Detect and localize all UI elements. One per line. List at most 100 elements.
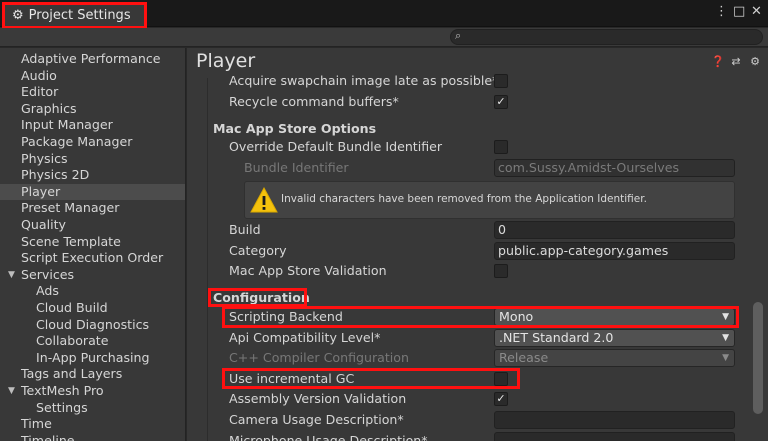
sidebar-item-physics-2d[interactable]: Physics 2D: [0, 167, 185, 184]
settings-icon[interactable]: ⚙: [749, 55, 761, 68]
build-label: Build: [229, 222, 261, 237]
more-options-icon[interactable]: ⋮: [715, 4, 728, 19]
player-settings-panel: Player ❓ ⇄ ⚙ Acquire swapchain image lat…: [187, 48, 768, 441]
mac-app-store-section-header[interactable]: Mac App Store Options: [213, 120, 376, 138]
sidebar-item-label: Collaborate: [36, 333, 109, 349]
assembly-validation-checkbox[interactable]: ✓: [494, 392, 508, 406]
recycle-command-buffers-checkbox[interactable]: ✓: [494, 95, 508, 109]
acquire-swapchain-label: Acquire swapchain image late as possible…: [229, 73, 499, 88]
gear-icon: ⚙: [12, 8, 24, 23]
header-icons: ❓ ⇄ ⚙: [711, 55, 761, 68]
sidebar-item-settings[interactable]: Settings: [0, 400, 185, 417]
expand-arrow-icon[interactable]: ▼: [8, 267, 15, 284]
cpp-compiler-value: Release: [499, 350, 549, 365]
override-bundle-label: Override Default Bundle Identifier: [229, 139, 443, 154]
project-settings-tab[interactable]: ⚙ Project Settings: [2, 2, 147, 29]
presets-icon[interactable]: ⇄: [730, 55, 742, 68]
sidebar-item-quality[interactable]: Quality: [0, 217, 185, 234]
sidebar-item-label: Scene Template: [21, 233, 121, 249]
sidebar-item-editor[interactable]: Editor: [0, 84, 185, 101]
bundle-identifier-field[interactable]: com.Sussy.Amidst-Ourselves: [494, 159, 735, 177]
sidebar-item-label: Ads: [36, 283, 59, 299]
scripting-backend-dropdown[interactable]: Mono ▼: [494, 308, 735, 326]
sidebar-item-label: In-App Purchasing: [36, 349, 150, 365]
scripting-backend-value: Mono: [499, 309, 534, 324]
sidebar-item-package-manager[interactable]: Package Manager: [0, 134, 185, 151]
maximize-icon[interactable]: □: [733, 4, 745, 19]
category-field[interactable]: public.app-category.games: [494, 242, 735, 260]
configuration-section-header[interactable]: Configuration: [213, 289, 310, 307]
sidebar-item-physics[interactable]: Physics: [0, 151, 185, 168]
sidebar-item-label: Input Manager: [21, 117, 113, 133]
page-title: Player: [196, 50, 256, 72]
camera-usage-field[interactable]: [494, 411, 735, 429]
sidebar-item-graphics[interactable]: Graphics: [0, 101, 185, 118]
sidebar-item-label: Tags and Layers: [21, 366, 123, 382]
sidebar-item-tags-and-layers[interactable]: Tags and Layers: [0, 366, 185, 383]
bundle-identifier-label: Bundle Identifier: [244, 160, 349, 175]
close-icon[interactable]: ✕: [751, 4, 762, 19]
camera-usage-label: Camera Usage Description*: [229, 412, 404, 427]
build-field[interactable]: 0: [494, 221, 735, 239]
sidebar-item-label: Timeline: [21, 432, 75, 441]
incremental-gc-label: Use incremental GC: [229, 371, 355, 386]
section-divider: [207, 78, 208, 441]
sidebar-item-label: Audio: [21, 67, 57, 83]
search-input[interactable]: ⌕: [450, 29, 763, 45]
sidebar-item-label: Cloud Diagnostics: [36, 316, 150, 332]
help-icon[interactable]: ❓: [711, 55, 725, 68]
expand-arrow-icon[interactable]: ▼: [8, 383, 15, 400]
sidebar-item-label: Player: [21, 183, 61, 199]
sidebar-item-services[interactable]: ▼ Services: [0, 267, 185, 284]
sidebar-item-label: Services: [21, 266, 75, 282]
cpp-compiler-dropdown[interactable]: Release ▼: [494, 349, 735, 367]
sidebar-item-ads[interactable]: Ads: [0, 283, 185, 300]
sidebar-item-label: Time: [21, 416, 52, 432]
scrollbar-thumb[interactable]: [753, 302, 763, 414]
sidebar-item-label: Graphics: [21, 100, 77, 116]
sidebar-item-textmesh-pro[interactable]: ▼ TextMesh Pro: [0, 383, 185, 400]
sidebar-item-label: Editor: [21, 84, 59, 100]
override-bundle-checkbox[interactable]: [494, 140, 508, 154]
sidebar-item-label: Quality: [21, 217, 67, 232]
title-bar: ⚙ Project Settings ⋮ □ ✕: [0, 0, 768, 29]
dropdown-arrow-icon: ▼: [722, 353, 729, 363]
sidebar-item-collaborate[interactable]: Collaborate: [0, 333, 185, 350]
cpp-compiler-label: C++ Compiler Configuration: [229, 350, 409, 365]
recycle-command-buffers-label: Recycle command buffers*: [229, 94, 399, 109]
sidebar-item-scene-template[interactable]: Scene Template: [0, 234, 185, 251]
sidebar-item-label: Physics 2D: [21, 167, 90, 183]
api-compatibility-dropdown[interactable]: .NET Standard 2.0 ▼: [494, 329, 735, 347]
sidebar-item-script-execution-order[interactable]: Script Execution Order: [0, 250, 185, 267]
mac-app-store-validation-label: Mac App Store Validation: [229, 263, 387, 278]
incremental-gc-checkbox[interactable]: [494, 372, 508, 386]
sidebar-item-time[interactable]: Time: [0, 416, 185, 433]
sidebar-item-preset-manager[interactable]: Preset Manager: [0, 200, 185, 217]
sidebar-item-label: Physics: [21, 150, 68, 166]
assembly-validation-label: Assembly Version Validation: [229, 391, 407, 406]
api-compatibility-value: .NET Standard 2.0: [499, 330, 614, 345]
sidebar-item-player[interactable]: Player: [0, 183, 185, 201]
tab-title: Project Settings: [28, 8, 131, 23]
sidebar-item-cloud-diagnostics[interactable]: Cloud Diagnostics: [0, 317, 185, 334]
microphone-usage-field[interactable]: [494, 432, 735, 441]
sidebar-item-timeline[interactable]: Timeline: [0, 433, 185, 441]
sidebar-item-label: Package Manager: [21, 134, 133, 149]
sidebar-item-audio[interactable]: Audio: [0, 68, 185, 85]
sidebar-item-adaptive-performance[interactable]: Adaptive Performance: [0, 51, 185, 68]
sidebar-item-label: Cloud Build: [36, 300, 108, 315]
sidebar-item-cloud-build[interactable]: Cloud Build: [0, 300, 185, 317]
api-compatibility-label: Api Compatibility Level*: [229, 330, 381, 345]
toolbar: ⌕: [0, 28, 768, 47]
sidebar-item-label: Script Execution Order: [21, 250, 164, 266]
acquire-swapchain-checkbox[interactable]: [494, 74, 508, 88]
dropdown-arrow-icon: ▼: [722, 312, 729, 322]
sidebar-item-label: TextMesh Pro: [21, 383, 104, 398]
dropdown-arrow-icon: ▼: [722, 333, 729, 343]
search-icon: ⌕: [455, 29, 462, 42]
sidebar-item-in-app-purchasing[interactable]: In-App Purchasing: [0, 350, 185, 367]
sidebar-item-input-manager[interactable]: Input Manager: [0, 117, 185, 134]
sidebar-item-label: Settings: [36, 399, 88, 415]
window-controls: ⋮ □ ✕: [715, 4, 762, 19]
mac-app-store-validation-checkbox[interactable]: [494, 264, 508, 278]
